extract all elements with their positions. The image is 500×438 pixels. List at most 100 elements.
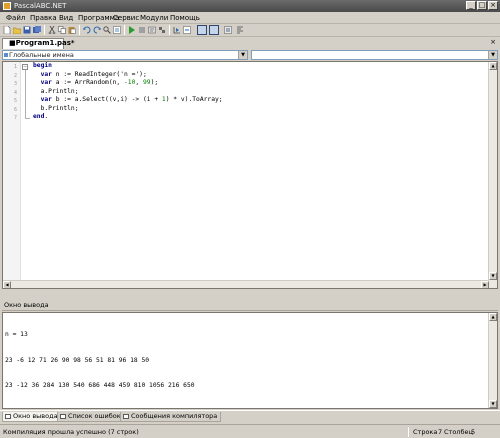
save-icon[interactable] — [23, 26, 31, 34]
code-token: , — [135, 79, 143, 86]
output-panel: Окно вывода n = 13 23 -6 12 71 26 90 98 … — [0, 300, 500, 410]
step-into-icon[interactable] — [173, 26, 181, 34]
scroll-right-icon[interactable]: ▶ — [481, 281, 489, 288]
menu-view[interactable]: Вид — [59, 14, 73, 23]
cursor-column-value: 5 — [471, 428, 476, 436]
tab-output-window-label: Окно вывода — [13, 412, 58, 420]
cursor-row-label: Строка — [413, 428, 438, 436]
toolbar-separator — [44, 25, 45, 35]
editor-horizontal-scrollbar[interactable]: ◀ ▶ — [3, 280, 489, 288]
line-number: 3 — [13, 81, 17, 87]
code-line[interactable]: begin — [33, 62, 223, 71]
find-icon[interactable] — [103, 26, 111, 34]
tab-error-list[interactable]: Список ошибок — [57, 412, 125, 422]
code-text[interactable]: begin var n := ReadInteger('n ='); var a… — [33, 62, 223, 122]
global-names-combo[interactable]: Глобальные имена ▼ — [2, 50, 248, 60]
members-combo[interactable]: ▼ — [251, 50, 498, 60]
scroll-down-icon[interactable]: ▼ — [489, 400, 497, 408]
output-window-toggle[interactable] — [197, 25, 207, 35]
new-file-icon[interactable] — [3, 26, 11, 34]
close-button[interactable]: × — [488, 1, 498, 10]
compile-icon[interactable] — [148, 26, 156, 34]
stop-icon[interactable] — [138, 26, 146, 34]
scroll-down-icon[interactable]: ▼ — [489, 272, 497, 280]
code-line[interactable]: var b := a.Select((v,i) -> (i + 1) * v).… — [33, 96, 223, 105]
output-panel-header: Окно вывода — [2, 300, 498, 311]
scroll-left-icon[interactable]: ◀ — [3, 281, 11, 288]
toolbar-separator — [169, 25, 170, 35]
chevron-down-icon[interactable]: ▼ — [488, 51, 497, 59]
undo-icon[interactable] — [83, 26, 91, 34]
open-folder-icon[interactable] — [13, 26, 21, 34]
navigation-bar: Глобальные имена ▼ ▼ — [0, 49, 500, 61]
output-line: 23 -6 12 71 26 90 98 56 51 81 96 18 50 — [5, 356, 150, 364]
output-text-area[interactable]: n = 13 23 -6 12 71 26 90 98 56 51 81 96 … — [2, 312, 498, 409]
maximize-button[interactable]: □ — [477, 1, 487, 10]
code-line[interactable]: end. — [33, 113, 223, 122]
code-line[interactable]: var n := ReadInteger('n ='); — [33, 71, 223, 80]
output-text: n = 13 23 -6 12 71 26 90 98 56 51 81 96 … — [5, 314, 195, 408]
code-line[interactable]: b.Println; — [33, 105, 223, 114]
code-token: a := ArrRandom(n, — [51, 79, 124, 86]
code-line[interactable]: a.Println; — [33, 88, 223, 97]
output-line: 23 -12 36 284 130 540 686 448 459 810 10… — [5, 382, 195, 389]
format-icon[interactable] — [236, 26, 244, 34]
menu-modules[interactable]: Модули — [140, 14, 168, 23]
split-view-toggle[interactable] — [209, 25, 219, 35]
code-token: ); — [150, 79, 159, 86]
code-token: b := a.Select((v,i) -> (i + — [51, 96, 162, 103]
output-line: n = 13 — [5, 331, 28, 338]
copy-icon[interactable] — [58, 26, 66, 34]
cut-icon[interactable] — [48, 26, 56, 34]
code-token: end — [33, 113, 45, 120]
menu-help[interactable]: Помощь — [170, 14, 200, 23]
minimize-button[interactable]: _ — [466, 1, 476, 10]
title-bar: PascalABC.NET _ □ × — [0, 0, 500, 12]
editor-vertical-scrollbar[interactable]: ▲ ▼ — [488, 62, 497, 288]
status-bar: Компиляция прошла успешно (7 строк) Стро… — [0, 424, 500, 438]
code-token: var — [40, 79, 52, 86]
tab-error-list-label: Список ошибок — [68, 412, 121, 420]
replace-icon[interactable] — [113, 26, 121, 34]
tab-output-window[interactable]: Окно вывода — [2, 412, 62, 422]
status-message: Компиляция прошла успешно (7 строк) — [3, 428, 139, 436]
scroll-up-icon[interactable]: ▲ — [489, 313, 497, 321]
redo-icon[interactable] — [93, 26, 101, 34]
paste-icon[interactable] — [68, 26, 76, 34]
line-number-gutter: 1 2 3 4 5 6 7 — [3, 62, 21, 288]
step-icon[interactable] — [158, 26, 166, 34]
output-window-icon — [5, 414, 11, 419]
code-token: begin — [33, 62, 52, 69]
code-token: -10 — [124, 79, 136, 86]
tab-program1[interactable]: ■Program1.pas* — [2, 38, 75, 49]
tab-compiler-messages[interactable]: Сообщения компилятора — [120, 412, 222, 422]
line-number: 5 — [13, 98, 17, 104]
toolbar-separator — [124, 25, 125, 35]
line-number: 7 — [13, 115, 17, 121]
menu-service[interactable]: Сервис — [113, 14, 139, 23]
window-title: PascalABC.NET — [14, 2, 67, 10]
menu-edit[interactable]: Правка — [30, 14, 57, 23]
save-all-icon[interactable] — [33, 26, 41, 34]
code-token: . — [44, 113, 49, 120]
cursor-row-value: 7 — [438, 428, 443, 436]
close-tab-icon[interactable]: × — [490, 39, 496, 46]
scroll-up-icon[interactable]: ▲ — [489, 62, 497, 70]
chevron-down-icon[interactable]: ▼ — [238, 51, 247, 59]
code-editor[interactable]: 1 2 3 4 5 6 7 − begin var n := ReadInteg… — [2, 61, 498, 289]
panel-splitter[interactable] — [0, 290, 500, 296]
code-line[interactable]: var a := ArrRandom(n, -10, 99); — [33, 79, 223, 88]
menu-file[interactable]: Файл — [6, 14, 25, 23]
run-icon[interactable] — [128, 26, 136, 34]
editor-tab-strip: ■Program1.pas* × — [0, 37, 500, 49]
code-token: var — [40, 96, 52, 103]
output-vertical-scrollbar[interactable]: ▲ ▼ — [488, 313, 497, 408]
step-over-icon[interactable] — [183, 26, 191, 34]
code-token: n := ReadInteger('n ='); — [51, 70, 147, 78]
status-divider — [408, 427, 409, 437]
options-icon[interactable] — [224, 26, 232, 34]
output-panel-title: Окно вывода — [4, 301, 49, 309]
